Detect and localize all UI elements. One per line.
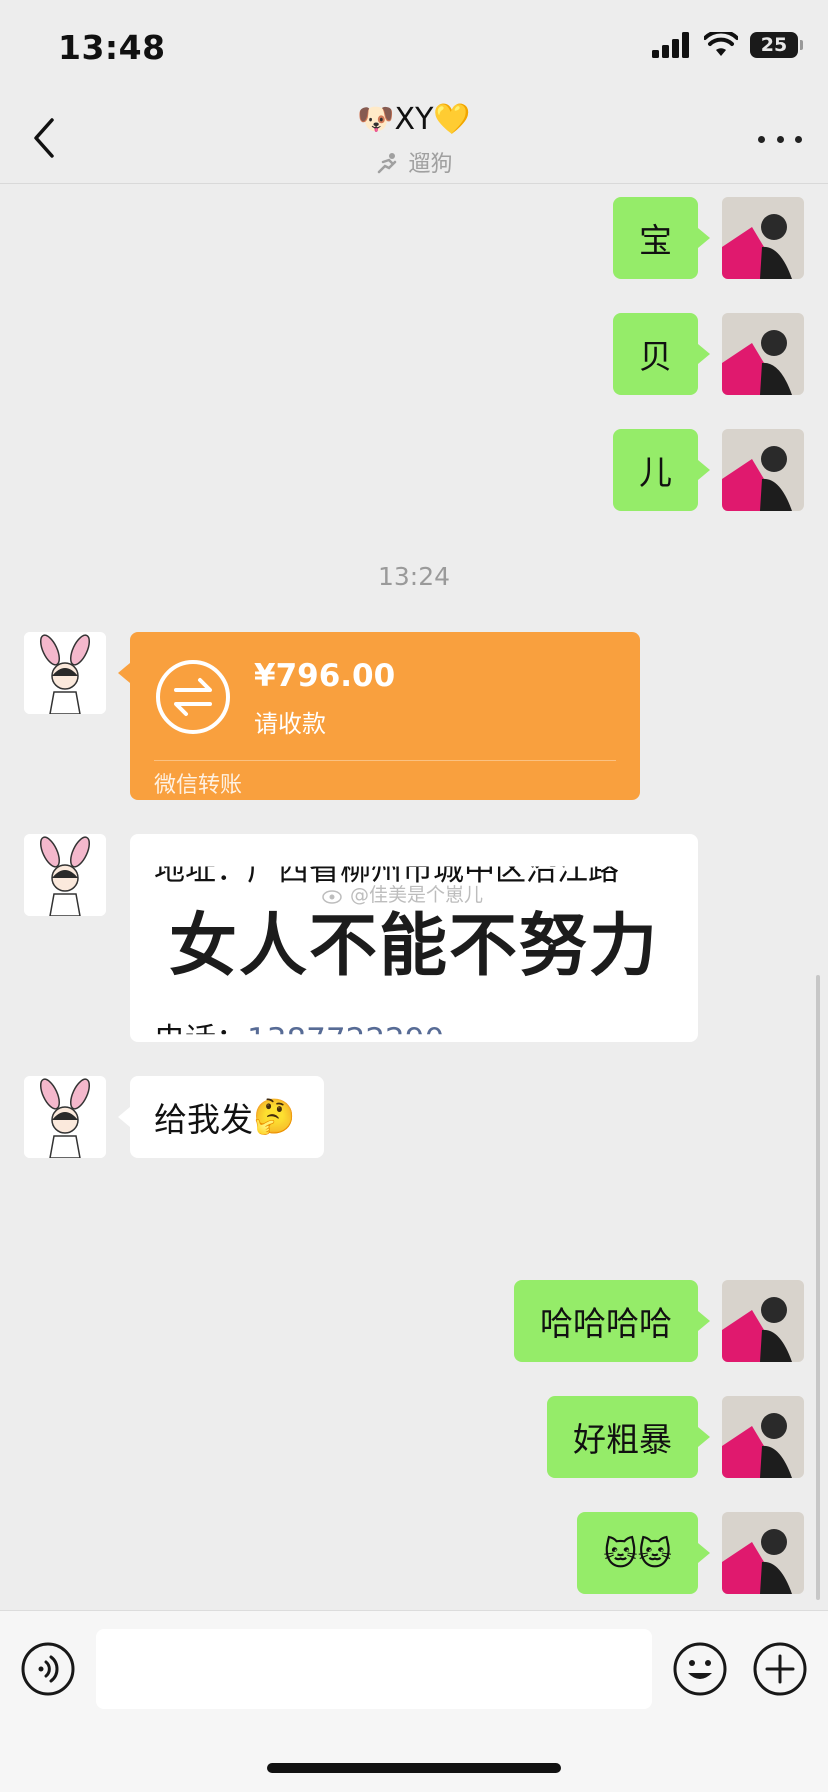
status-icons: 25	[652, 32, 803, 58]
transfer-status: 请收款	[254, 710, 326, 738]
chat-subtitle-text: 遛狗	[408, 152, 453, 177]
my-avatar[interactable]	[722, 429, 804, 511]
my-avatar[interactable]	[722, 1512, 804, 1594]
phone-label: 电话：	[154, 1022, 247, 1042]
plus-icon	[753, 1642, 807, 1696]
more-dot-icon	[776, 135, 784, 143]
my-avatar[interactable]	[722, 1280, 804, 1362]
my-avatar[interactable]	[722, 197, 804, 279]
transfer-card[interactable]: ¥796.00 请收款 微信转账	[118, 632, 640, 800]
transfer-amount: ¥796.00	[254, 658, 396, 694]
address-message-card[interactable]: 地址：广西省柳州市城中区沿江路 @佳美是个崽儿 女人不能不努力 电话：13877…	[130, 834, 698, 1042]
transfer-icon	[156, 660, 230, 734]
input-bar	[0, 1610, 828, 1792]
cellular-signal-icon	[652, 32, 689, 58]
contact-avatar[interactable]	[24, 632, 106, 714]
phone-number[interactable]: 1387722290	[247, 1022, 444, 1034]
message-bubble-sent[interactable]: 贝	[613, 313, 710, 395]
smiley-icon	[673, 1642, 727, 1696]
status-bar: 13:48 25	[0, 0, 828, 98]
message-bubble-sent[interactable]: 哈哈哈哈	[514, 1280, 710, 1362]
chat-title: 🐶XY💛	[357, 102, 471, 137]
message-bubble-sent[interactable]: 儿	[613, 429, 710, 511]
chat-subtitle: 遛狗	[0, 146, 828, 178]
emoji-button[interactable]	[672, 1641, 728, 1697]
more-dot-icon	[795, 135, 802, 143]
battery-icon: 25	[750, 32, 803, 58]
status-time: 13:48	[58, 28, 166, 67]
contact-avatar[interactable]	[24, 834, 106, 916]
transfer-footer: 微信转账	[154, 773, 243, 798]
message-bubble-sent[interactable]: 好粗暴	[547, 1396, 710, 1478]
contact-avatar[interactable]	[24, 1076, 106, 1158]
message-bubble-sent[interactable]: 🐱🐱	[577, 1512, 710, 1594]
running-icon	[378, 153, 397, 174]
overlay-caption: 女人不能不努力	[168, 907, 659, 986]
message-timestamp: 13:24	[377, 562, 451, 591]
transfer-divider	[154, 760, 616, 761]
phone-line: 电话：1387722290	[154, 1014, 444, 1042]
chat-header: 🐶XY💛 遛狗	[0, 98, 828, 184]
message-bubble-received[interactable]: 给我发 🤔	[118, 1076, 324, 1158]
thinking-emoji-icon: 🤔	[253, 1097, 296, 1137]
scrollbar[interactable]	[816, 975, 820, 1600]
more-button[interactable]	[758, 122, 802, 156]
more-actions-button[interactable]	[752, 1641, 808, 1697]
my-avatar[interactable]	[722, 1396, 804, 1478]
more-dot-icon	[758, 135, 765, 143]
voice-icon	[21, 1642, 75, 1696]
message-bubble-sent[interactable]: 宝	[613, 197, 710, 279]
voice-input-button[interactable]	[20, 1641, 76, 1697]
message-text: 给我发	[154, 1100, 253, 1139]
message-input[interactable]	[96, 1629, 652, 1709]
home-indicator[interactable]	[267, 1763, 561, 1773]
wifi-icon	[704, 32, 738, 56]
my-avatar[interactable]	[722, 313, 804, 395]
